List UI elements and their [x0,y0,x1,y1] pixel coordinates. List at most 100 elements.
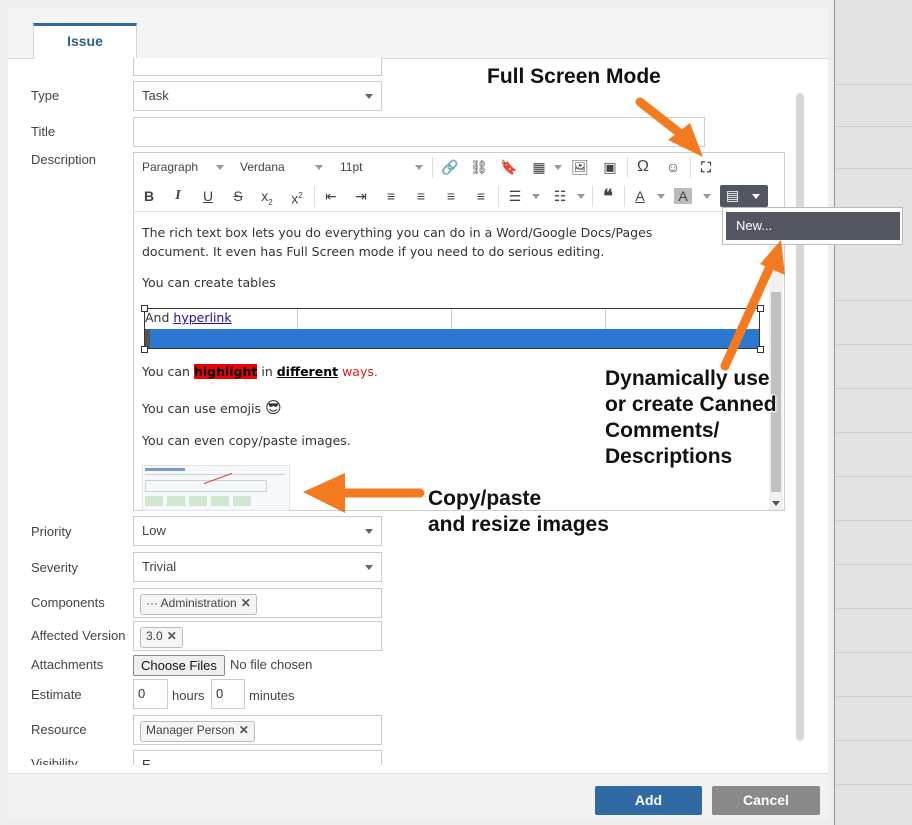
hours-unit: hours [172,688,205,703]
image-icon[interactable]: 🖼 [569,157,591,177]
type-select[interactable]: Task [133,81,382,111]
scroll-down-icon[interactable] [772,501,780,506]
remove-icon[interactable]: ✕ [239,723,249,737]
chevron-down-icon [216,165,224,170]
emoji-paragraph: You can use emojis 😎 [142,398,282,417]
table-cell-text: And hyperlink [145,310,232,325]
severity-label: Severity [31,560,78,575]
align-center-icon[interactable]: ≡ [410,186,432,206]
attachments-label: Attachments [31,657,104,672]
font-size-select[interactable]: 11pt [340,160,362,174]
canned-comments-menu: New... [722,207,903,245]
resource-input[interactable]: Manager Person ✕ [133,715,382,745]
remove-icon[interactable]: ✕ [167,629,177,643]
clipped-visibility-row: Visibility E [8,750,808,765]
chevron-down-icon [657,194,665,199]
superscript-icon[interactable]: x2 [286,186,308,207]
remove-icon[interactable]: ✕ [241,596,251,610]
menu-item-new[interactable]: New... [726,212,900,240]
estimate-minutes-input[interactable]: 0 [211,679,245,709]
chevron-down-icon [365,565,373,570]
text-color-icon[interactable]: A [629,186,651,206]
canned-comments-button[interactable]: ▤ [720,185,768,207]
priority-select[interactable]: Low [133,516,382,546]
strikethrough-icon[interactable]: S [227,186,249,206]
version-chip: 3.0 ✕ [140,627,183,648]
estimate-hours-input[interactable]: 0 [133,679,168,709]
editor-table[interactable]: And hyperlink [141,305,764,353]
paragraph: The rich text box lets you do everything… [142,225,653,259]
link-icon[interactable]: 🔗 [439,157,461,177]
bookmark-icon[interactable]: 🔖 [498,157,520,177]
align-right-icon[interactable]: ≡ [440,186,462,206]
background-color-icon[interactable]: A [674,188,692,204]
add-button[interactable]: Add [595,786,702,815]
components-input[interactable]: ··· Administration ✕ [133,588,382,618]
italic-icon[interactable]: I [167,186,189,206]
blockquote-icon[interactable]: ❝ [597,186,619,206]
affected-version-label: Affected Version [31,628,126,643]
fullscreen-icon[interactable]: ⛶ [695,157,717,177]
annotation-line: Copy/paste [428,487,542,510]
media-icon[interactable]: ▣ [599,157,621,177]
subscript-icon[interactable]: x2 [256,186,278,207]
chevron-down-icon [415,165,423,170]
hyperlink[interactable]: hyperlink [173,310,231,325]
severity-select[interactable]: Trivial [133,552,382,582]
special-character-icon[interactable]: Ω [632,157,654,177]
component-chip: ··· Administration ✕ [140,594,257,615]
priority-label: Priority [31,524,72,539]
underlined-text: different [276,364,339,379]
numbered-list-icon[interactable]: ☷ [549,186,571,206]
emoji-icon[interactable]: ☺ [662,157,684,177]
dialog-scrollbar[interactable] [796,93,804,741]
title-input[interactable] [133,117,705,147]
editor-toolbar-row-1: Paragraph Verdana 11pt 🔗 ⛓ 🔖 ▦ 🖼 ▣ Ω ☺ ⛶ [134,153,784,183]
font-family-select[interactable]: Verdana [240,160,285,174]
dialog-footer: Add Cancel [8,773,828,819]
sunglasses-emoji-icon: 😎 [265,398,282,417]
editor-content[interactable]: The rich text box lets you do everything… [142,223,762,292]
table-icon[interactable]: ▦ [528,157,550,177]
block-format-select[interactable]: Paragraph [142,160,198,174]
cancel-button[interactable]: Cancel [712,786,820,815]
chevron-down-icon [532,194,540,199]
minutes-unit: minutes [249,688,295,703]
annotation-line: and resize images [428,513,609,536]
bold-icon[interactable]: B [138,186,160,206]
priority-value: Low [142,523,166,538]
indent-icon[interactable]: ⇥ [350,186,372,206]
chevron-down-icon [554,165,562,170]
visibility-select[interactable]: E [133,750,382,765]
chevron-down-icon [703,194,711,199]
paragraph: You can create tables [142,275,276,290]
resource-chip: Manager Person ✕ [140,721,255,742]
highlight-paragraph: You can highlight in different ways. [142,364,378,379]
annotation-copy-paste: Copy/paste and resize images [428,486,609,538]
template-icon: ▤ [726,187,740,203]
pasted-image[interactable] [142,465,290,511]
unlink-icon[interactable]: ⛓ [468,157,490,177]
severity-value: Trivial [142,559,177,574]
align-justify-icon[interactable]: ≡ [470,186,492,206]
previous-field[interactable] [133,58,382,76]
estimate-label: Estimate [31,687,82,702]
annotation-canned: Dynamically use or create Canned Comment… [605,366,777,470]
affected-version-input[interactable]: 3.0 ✕ [133,621,382,651]
bullet-list-icon[interactable]: ☰ [504,186,526,206]
chevron-down-icon [577,194,585,199]
components-label: Components [31,595,105,610]
align-left-icon[interactable]: ≡ [380,186,402,206]
annotation-line: Descriptions [605,445,733,468]
file-status: No file chosen [230,657,313,672]
annotation-line: or create Canned [605,393,777,416]
table-row-selected [145,329,759,348]
highlighted-text: highlight [193,364,258,379]
underline-icon[interactable]: U [197,186,219,206]
editor-toolbar-row-2: B I U S x2 x2 ⇤ ⇥ ≡ ≡ ≡ ≡ ☰ ☷ ❝ A A ▤ [134,182,784,212]
tab-issue[interactable]: Issue [33,23,137,59]
chevron-down-icon [752,194,760,199]
chevron-down-icon [315,165,323,170]
choose-files-button[interactable]: Choose Files [133,655,225,676]
outdent-icon[interactable]: ⇤ [320,186,342,206]
